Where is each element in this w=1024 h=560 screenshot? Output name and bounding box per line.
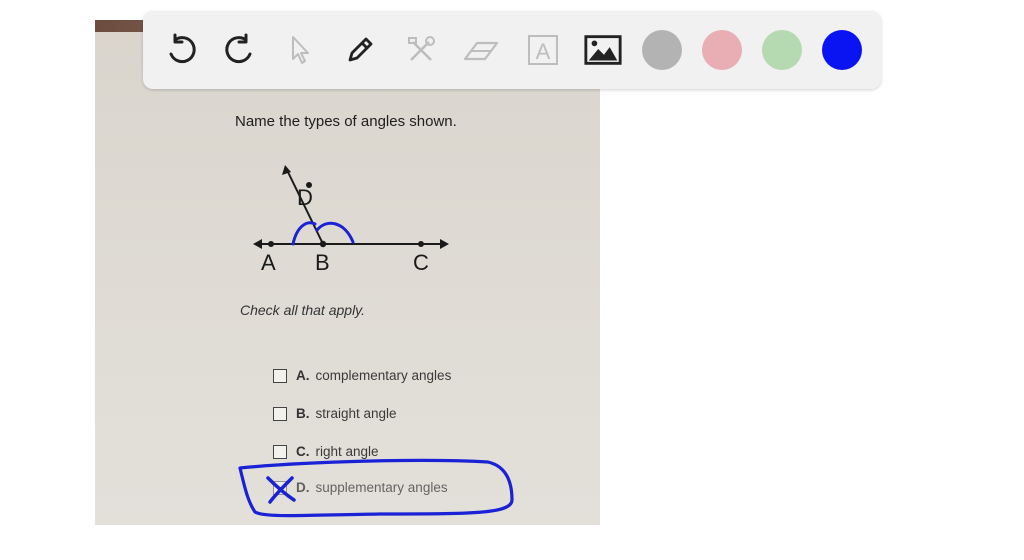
angle-figure: D A B C (245, 160, 465, 295)
color-swatch-blue[interactable] (822, 30, 862, 70)
color-swatch-green[interactable] (762, 30, 802, 70)
option-a-letter: A. (296, 368, 310, 383)
check-all-instruction: Check all that apply. (240, 302, 366, 318)
option-a[interactable]: A. complementary angles (273, 368, 451, 383)
option-c-text: right angle (315, 444, 379, 459)
image-icon[interactable] (583, 30, 623, 70)
color-swatch-pink[interactable] (702, 30, 742, 70)
option-c-checkbox[interactable] (273, 444, 287, 459)
option-a-text: complementary angles (315, 368, 452, 383)
angle-diagram (253, 165, 449, 249)
select-arrow-icon[interactable] (280, 30, 320, 70)
option-d-text: supplementary angles (315, 480, 448, 495)
option-a-checkbox[interactable] (273, 368, 287, 383)
redo-icon[interactable] (220, 30, 260, 70)
pen-icon[interactable] (340, 30, 380, 70)
text-box-glyph: A (536, 39, 551, 64)
point-label-b: B (315, 250, 330, 275)
color-swatch-gray[interactable] (642, 30, 682, 70)
option-b-checkbox[interactable] (273, 406, 287, 421)
option-b[interactable]: B. straight angle (273, 406, 397, 421)
option-c[interactable]: C. right angle (273, 444, 379, 459)
point-label-a: A (261, 250, 276, 275)
question-prompt: Name the types of angles shown. (235, 113, 457, 130)
option-c-letter: C. (296, 444, 310, 459)
option-d[interactable]: D. supplementary angles (273, 480, 448, 495)
undo-icon[interactable] (161, 30, 201, 70)
option-d-letter: D. (296, 480, 310, 495)
eraser-icon[interactable] (461, 30, 501, 70)
text-box-icon[interactable]: A (523, 30, 563, 70)
point-label-d: D (297, 185, 313, 210)
drawing-toolbar: A (143, 11, 881, 89)
point-label-c: C (413, 250, 429, 275)
option-b-text: straight angle (315, 406, 397, 421)
quiz-photo: Name the types of angles shown. D A B C … (95, 20, 600, 525)
option-d-checkbox[interactable] (273, 480, 287, 495)
option-b-letter: B. (296, 406, 310, 421)
tools-icon[interactable] (401, 30, 441, 70)
